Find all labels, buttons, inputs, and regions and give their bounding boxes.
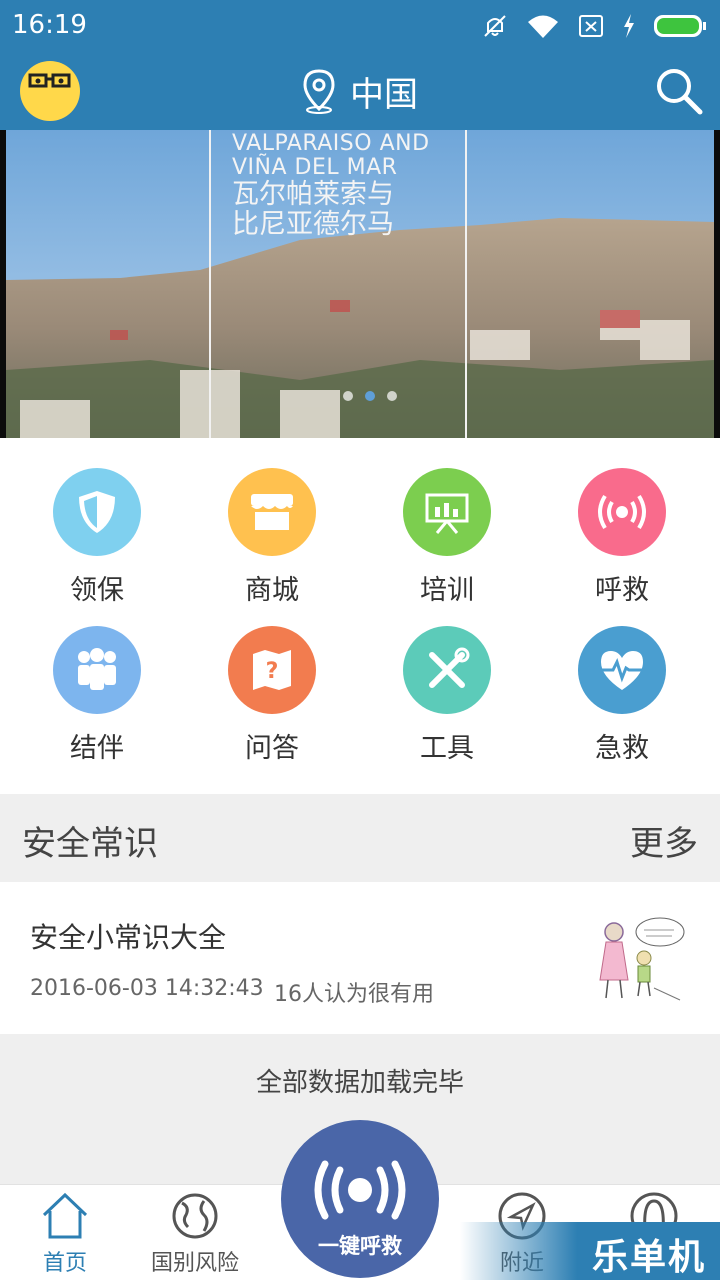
search-icon: [657, 69, 703, 115]
mute-icon: [484, 15, 506, 37]
tab-label: 首页: [42, 1251, 87, 1276]
carousel-dots[interactable]: [340, 389, 400, 403]
location-title[interactable]: 中国: [300, 68, 418, 115]
shield-icon: [53, 468, 141, 556]
grid-item-firstaid[interactable]: 急救: [532, 596, 712, 764]
charging-icon: [624, 14, 634, 38]
heartbeat-icon: [578, 626, 666, 714]
broadcast-icon: [578, 468, 666, 556]
status-bar: 16:19: [0, 0, 720, 52]
tab-country-risk[interactable]: 国别风险: [135, 1185, 255, 1280]
banner-caption: VALPARAISO AND VIÑA DEL MAR 瓦尔帕莱索与 比尼亚德尔…: [232, 131, 430, 241]
page-title: 中国: [350, 74, 418, 115]
article-date: 2016-06-03 14:32:43: [30, 976, 264, 1001]
watermark-logo: 乐单机: [460, 1222, 720, 1280]
wifi-icon: [528, 15, 558, 38]
tab-label: 国别风险: [150, 1251, 239, 1276]
question-map-icon: ?: [228, 626, 316, 714]
banner-title-en-1: VALPARAISO AND: [232, 131, 430, 156]
grid-item-lingbao[interactable]: 领保: [7, 438, 187, 606]
grid-item-training[interactable]: 培训: [357, 438, 537, 606]
store-icon: [228, 468, 316, 556]
banner-carousel[interactable]: VALPARAISO AND VIÑA DEL MAR 瓦尔帕莱索与 比尼亚德尔…: [0, 130, 720, 438]
article-title: 安全小常识大全: [30, 921, 227, 954]
presentation-icon: [403, 468, 491, 556]
article-useful-count: 16人认为很有用: [274, 982, 434, 1007]
grid-label: 问答: [245, 733, 299, 764]
location-pin-icon: [303, 69, 335, 114]
grid-label: 急救: [595, 733, 649, 764]
grid-item-sos[interactable]: 呼救: [532, 438, 712, 606]
list-item[interactable]: 安全小常识大全 2016-06-03 14:32:43 16人认为很有用: [0, 882, 720, 1034]
banner-title-cn-2: 比尼亚德尔马: [232, 209, 394, 241]
status-icons: [480, 10, 708, 42]
more-link[interactable]: 更多: [630, 816, 698, 865]
sos-label: 一键呼救: [318, 1234, 402, 1258]
top-bar: 中国: [0, 52, 720, 130]
no-sim-icon: [579, 15, 603, 37]
grid-label: 工具: [420, 733, 474, 764]
section-title: 安全常识: [22, 824, 158, 864]
tab-home[interactable]: 首页: [5, 1185, 125, 1280]
banner-title-en-2: VIÑA DEL MAR: [232, 155, 398, 181]
watermark-text: 乐单机: [591, 1237, 706, 1278]
status-time: 16:19: [12, 10, 87, 40]
grid-item-store[interactable]: 商城: [182, 438, 362, 606]
grid-label: 结伴: [70, 733, 124, 764]
article-thumbnail: [584, 910, 694, 1010]
battery-icon: [654, 15, 706, 37]
globe-icon: [172, 1193, 218, 1239]
grid-item-tools[interactable]: 工具: [357, 596, 537, 764]
home-icon: [42, 1192, 88, 1239]
group-icon: [53, 626, 141, 714]
broadcast-icon: [314, 1160, 406, 1220]
banner-title-cn-1: 瓦尔帕莱索与: [232, 179, 394, 211]
feature-grid: 领保 商城 培训 呼救 结伴 ? 问答 工具 急救: [0, 438, 720, 794]
svg-text:?: ?: [266, 659, 279, 684]
tools-icon: [403, 626, 491, 714]
search-button[interactable]: [654, 66, 704, 116]
section-header: 安全常识 更多: [0, 794, 720, 882]
grid-item-qa[interactable]: ? 问答: [182, 596, 362, 764]
grid-item-companion[interactable]: 结伴: [7, 596, 187, 764]
load-complete-text: 全部数据加载完毕: [255, 1068, 464, 1098]
avatar[interactable]: [20, 61, 80, 121]
one-tap-sos-button[interactable]: 一键呼救: [281, 1120, 439, 1278]
glasses-avatar-icon: [28, 73, 71, 88]
